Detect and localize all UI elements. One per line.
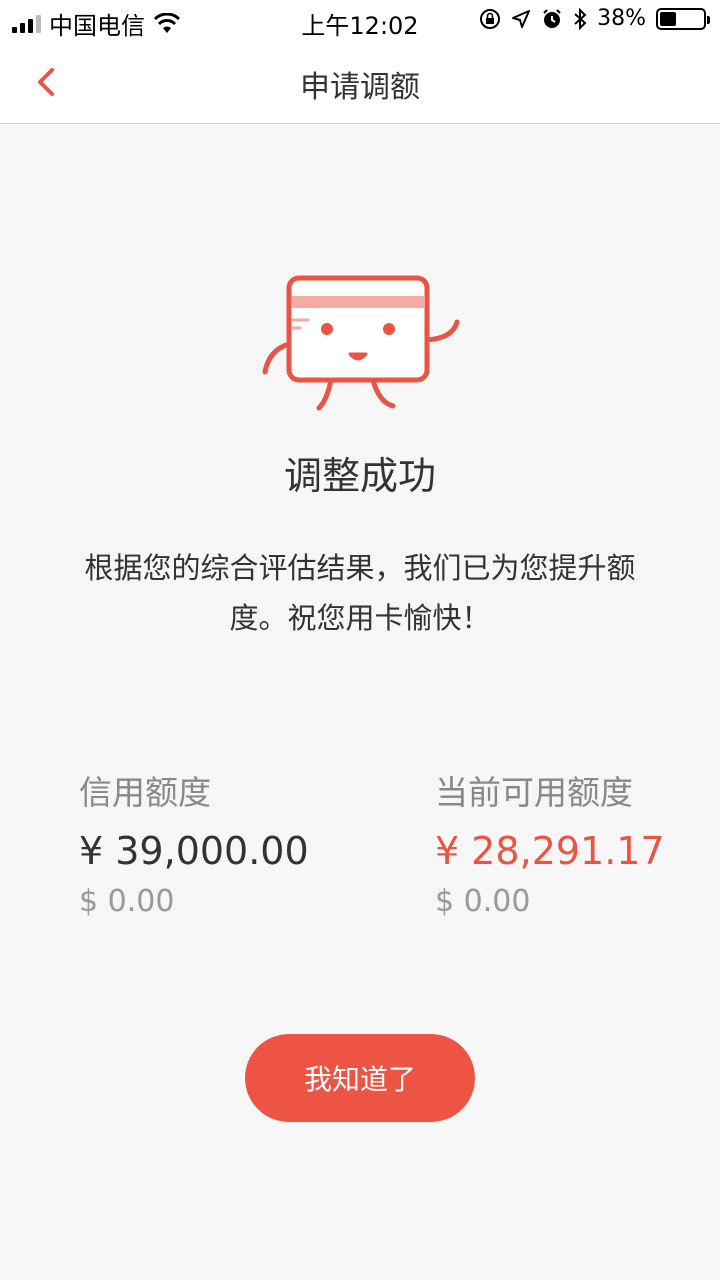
bluetooth-icon [574,7,587,30]
credit-limit-usd: $ 0.00 [79,884,175,919]
credit-card-mascot-icon [262,275,460,411]
result-description: 根据您的综合评估结果，我们已为您提升额度。祝您用卡愉快！ [84,551,636,635]
location-icon [512,9,531,28]
confirm-button[interactable]: 我知道了 [245,1034,475,1122]
available-limit-cny: ¥ 28,291.17 [435,829,665,873]
alarm-icon [543,8,561,28]
orientation-lock-icon [480,8,501,29]
available-limit-usd: $ 0.00 [435,884,531,919]
battery-fill [660,11,676,26]
result-title: 调整成功 [283,454,436,498]
available-limit-label: 当前可用额度 [435,773,633,812]
credit-limit-label: 信用额度 [79,773,211,812]
status-right: 38% [479,6,710,31]
credit-limit-cny: ¥ 39,000.00 [79,829,309,873]
available-limit-block: 当前可用额度 ¥ 28,291.17 $ 0.00 [435,770,665,924]
page-title: 申请调额 [300,70,420,105]
status-bar: 中国电信 上午12:02 38% [0,0,720,40]
credit-limit-block: 信用额度 ¥ 39,000.00 $ 0.00 [79,770,309,924]
nav-bar: 申请调额 [0,40,720,124]
battery-icon [656,7,710,30]
battery-percent: 38% [597,6,646,31]
